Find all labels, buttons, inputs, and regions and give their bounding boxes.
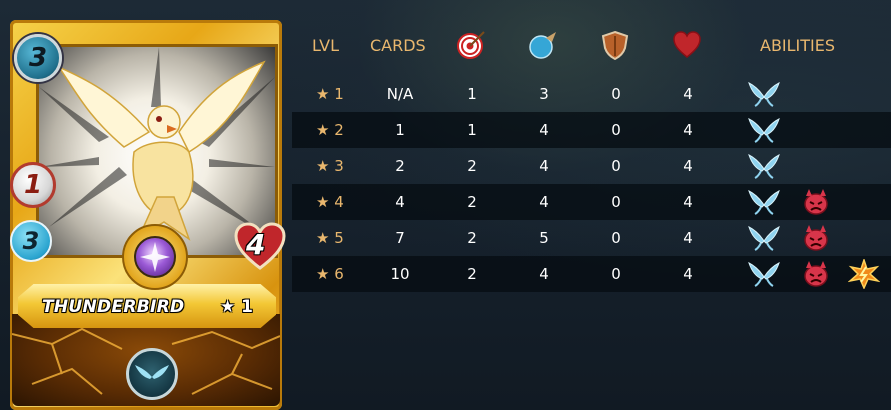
flying-icon[interactable] <box>748 115 780 145</box>
row-speed: 4 <box>539 193 549 211</box>
row-ranged: 2 <box>467 193 477 211</box>
row-ranged: 2 <box>467 157 477 175</box>
row-cards: 4 <box>395 193 405 211</box>
row-level: ★ 6 <box>316 265 344 283</box>
demoralize-icon[interactable] <box>800 187 832 217</box>
speed-value: 3 <box>22 227 40 255</box>
row-cards: 1 <box>395 121 405 139</box>
row-speed: 4 <box>539 121 549 139</box>
header-lvl: LVL <box>312 36 340 55</box>
row-ranged: 1 <box>467 121 477 139</box>
row-cards: 10 <box>390 265 410 283</box>
row-ranged: 1 <box>467 85 477 103</box>
row-cards: 7 <box>395 229 405 247</box>
row-armor: 0 <box>611 85 621 103</box>
mana-badge: 3 <box>14 34 62 82</box>
table-row: ★ 2 1 1 4 0 4 <box>292 112 891 148</box>
flying-icon[interactable] <box>748 259 780 289</box>
card-level: ★ 1 <box>220 297 253 317</box>
row-level: ★ 5 <box>316 229 344 247</box>
purple-star-gem-icon <box>134 236 176 278</box>
row-level: ★ 2 <box>316 121 344 139</box>
row-armor: 0 <box>611 193 621 211</box>
header-cards: CARDS <box>370 36 426 55</box>
row-ranged: 2 <box>467 229 477 247</box>
health-value: 4 <box>246 228 266 261</box>
row-armor: 0 <box>611 229 621 247</box>
table-row: ★ 4 4 2 4 0 4 <box>292 184 891 220</box>
table-row: ★ 6 10 2 4 0 4 <box>292 256 891 292</box>
shield-icon <box>601 30 629 60</box>
speed-badge: 3 <box>10 220 52 262</box>
demoralize-icon[interactable] <box>800 259 832 289</box>
row-health: 4 <box>683 85 693 103</box>
card-name: THUNDERBIRD <box>42 297 185 317</box>
monster-card[interactable]: THUNDERBIRD ★ 1 3 1 3 4 <box>8 14 286 410</box>
card-ability-flying-icon[interactable] <box>126 348 178 400</box>
row-level: ★ 1 <box>316 85 344 103</box>
row-health: 4 <box>683 229 693 247</box>
demoralize-icon[interactable] <box>800 223 832 253</box>
row-level: ★ 3 <box>316 157 344 175</box>
row-armor: 0 <box>611 157 621 175</box>
row-speed: 5 <box>539 229 549 247</box>
row-cards: 2 <box>395 157 405 175</box>
star-burst-icon <box>140 242 170 272</box>
row-armor: 0 <box>611 121 621 139</box>
row-health: 4 <box>683 193 693 211</box>
row-cards: N/A <box>386 85 414 103</box>
heart-icon <box>673 31 701 58</box>
row-health: 4 <box>683 265 693 283</box>
flying-icon[interactable] <box>748 223 780 253</box>
flying-icon[interactable] <box>748 151 780 181</box>
attack-badge: 1 <box>10 162 56 208</box>
mana-value: 3 <box>28 43 48 73</box>
table-row: ★ 5 7 2 5 0 4 <box>292 220 891 256</box>
row-ranged: 2 <box>467 265 477 283</box>
target-icon <box>457 31 485 59</box>
table-row: ★ 3 2 2 4 0 4 <box>292 148 891 184</box>
stun-icon[interactable] <box>847 257 881 290</box>
row-health: 4 <box>683 157 693 175</box>
row-speed: 4 <box>539 157 549 175</box>
flying-icon <box>135 365 169 379</box>
table-row: ★ 1 N/A 1 3 0 4 <box>292 76 891 112</box>
flying-icon[interactable] <box>748 187 780 217</box>
attack-value: 1 <box>23 170 43 200</box>
row-health: 4 <box>683 121 693 139</box>
speed-icon <box>529 32 556 59</box>
row-armor: 0 <box>611 265 621 283</box>
flying-icon[interactable] <box>748 79 780 109</box>
row-speed: 4 <box>539 265 549 283</box>
header-abilities: ABILITIES <box>760 36 836 55</box>
row-speed: 3 <box>539 85 549 103</box>
row-level: ★ 4 <box>316 193 344 211</box>
